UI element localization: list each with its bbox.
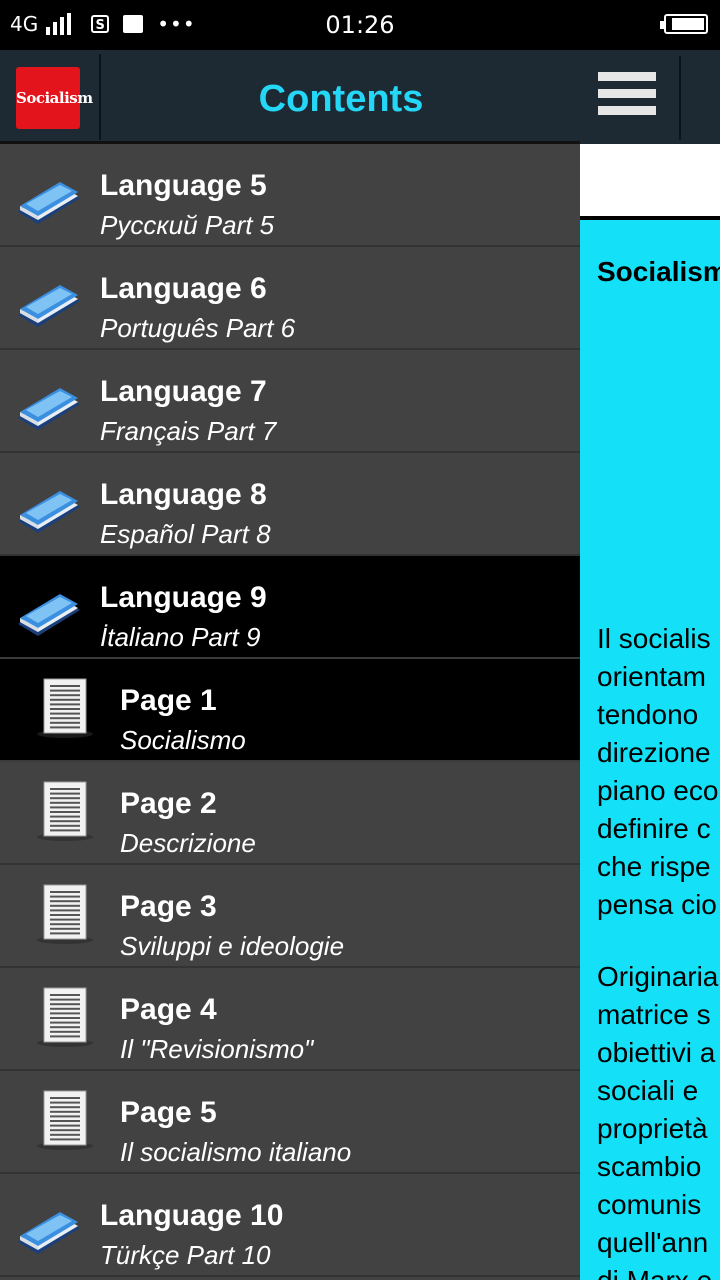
article-line: Il socialis	[597, 623, 711, 654]
article-line: definire c	[597, 813, 711, 844]
book-icon	[16, 588, 82, 640]
item-subtitle: Português Part 6	[100, 313, 296, 343]
language-item[interactable]: Language 5 Русский Part 5	[0, 144, 580, 247]
item-subtitle: Français Part 7	[100, 416, 277, 446]
item-title: Language 5	[100, 169, 267, 202]
clock: 01:26	[325, 11, 395, 39]
article-paragraph-2: Originaria matrice s obiettivi a sociali e p…	[597, 958, 718, 1280]
book-icon	[16, 279, 82, 331]
page-item[interactable]: Page 3 Sviluppi e ideologie	[0, 865, 580, 968]
app-logo: Socialism	[16, 67, 93, 129]
item-subtitle: Español Part 8	[100, 519, 271, 549]
page-item[interactable]: Page 1 Socialismo	[0, 659, 580, 762]
language-item[interactable]: Language 8 Español Part 8	[0, 453, 580, 556]
language-item[interactable]: Language 7 Français Part 7	[0, 350, 580, 453]
content-subheader	[580, 144, 720, 220]
item-title: Language 7	[100, 375, 267, 408]
content-area: Socialism Il socialis orientam tendono dire…	[580, 50, 720, 1280]
item-title: Page 5	[120, 1096, 217, 1129]
drawer-title: Contents	[258, 78, 424, 120]
item-title: Page 4	[120, 993, 217, 1026]
item-title: Language 8	[100, 478, 267, 511]
item-subtitle: Il "Revisionismo"	[120, 1034, 314, 1064]
item-subtitle: Sviluppi e ideologie	[120, 931, 345, 961]
item-title: Page 1	[120, 684, 217, 717]
item-subtitle: Русский Part 5	[100, 210, 275, 240]
document-icon	[36, 780, 94, 842]
book-icon	[16, 1206, 82, 1258]
page-item[interactable]: Page 2 Descrizione	[0, 762, 580, 865]
item-title: Language 9	[100, 581, 267, 614]
item-title: Language 10	[100, 1199, 284, 1232]
article-line: di Marx e	[597, 1262, 718, 1280]
article-line: sociali e	[597, 1075, 699, 1106]
item-subtitle: Il socialismo italiano	[120, 1137, 352, 1167]
article-line: orientam	[597, 661, 706, 692]
book-icon	[16, 176, 82, 228]
document-icon	[36, 1089, 94, 1151]
article-line: Originaria	[597, 961, 719, 992]
item-title: Page 3	[120, 890, 217, 923]
article-line: quell'ann	[597, 1227, 709, 1258]
item-subtitle: İtaliano Part 9	[100, 622, 261, 652]
article-line: pensa cio	[597, 889, 717, 920]
item-title: Language 6	[100, 272, 267, 305]
article-line: tendono	[597, 699, 699, 730]
item-subtitle: Descrizione	[120, 828, 256, 858]
hamburger-menu-icon[interactable]	[598, 72, 656, 126]
battery-icon	[660, 14, 708, 34]
contents-list: Language 5 Русский Part 5 Language 6 Portug…	[0, 144, 580, 1277]
article-body: Socialism Il socialis orientam tendono dire…	[580, 220, 720, 1280]
article-line: che rispe	[597, 851, 711, 882]
page-item[interactable]: Page 4 Il "Revisionismo"	[0, 968, 580, 1071]
article-line: matrice s	[597, 999, 711, 1030]
article-title: Socialism	[597, 256, 720, 287]
article-line: obiettivi a	[597, 1037, 716, 1068]
article-line: piano eco	[597, 775, 719, 806]
article-line: proprietà	[597, 1113, 708, 1144]
header-divider	[99, 54, 101, 140]
article-paragraph-1: Il socialis orientam tendono direzione piano…	[597, 620, 718, 924]
toolbar-divider	[679, 56, 681, 140]
page-item[interactable]: Page 5 Il socialismo italiano	[0, 1071, 580, 1174]
item-subtitle: Socialismo	[120, 725, 246, 755]
document-icon	[36, 677, 94, 739]
item-subtitle: Türkçe Part 10	[100, 1240, 271, 1270]
content-toolbar	[580, 50, 720, 144]
document-icon	[36, 986, 94, 1048]
language-item[interactable]: Language 6 Português Part 6	[0, 247, 580, 350]
drawer-header: Socialism Contents	[0, 50, 580, 144]
book-icon	[16, 382, 82, 434]
document-icon	[36, 883, 94, 945]
status-bar: 4G S ••• 01:26	[0, 0, 720, 50]
navigation-drawer: Socialism Contents Language 5 Русский Par…	[0, 50, 580, 1280]
article-line: comunis	[597, 1189, 702, 1220]
item-title: Page 2	[120, 787, 217, 820]
article-line: scambio	[597, 1151, 702, 1182]
book-icon	[16, 485, 82, 537]
language-item[interactable]: Language 9 İtaliano Part 9	[0, 556, 580, 659]
language-item[interactable]: Language 10 Türkçe Part 10	[0, 1174, 580, 1277]
article-line: direzione	[597, 737, 711, 768]
